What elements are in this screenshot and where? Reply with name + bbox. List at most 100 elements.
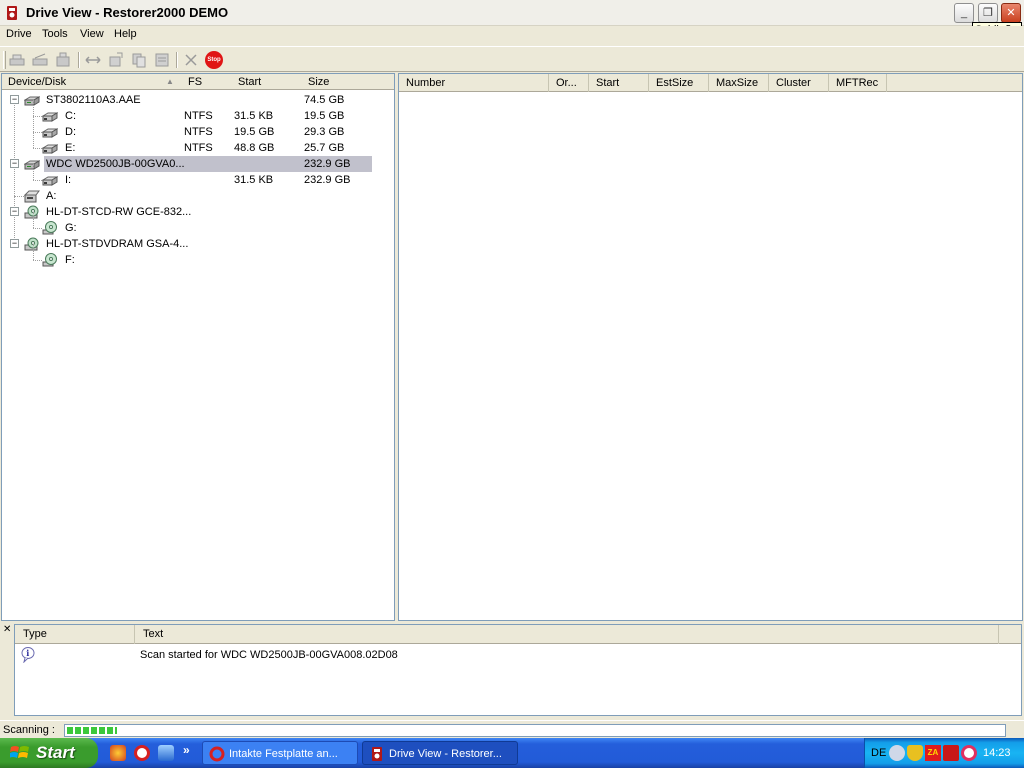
tree-item-name: HL-DT-STCD-RW GCE-832... (46, 206, 192, 218)
scan-progress-fill (67, 727, 117, 734)
tree-connector-line (33, 116, 42, 117)
tree-connector-line (33, 100, 34, 116)
recovery-list-pane[interactable]: Number Or... Start EstSize MaxSize Clust… (398, 73, 1023, 621)
tree-partition-row[interactable]: I: 31.5 KB 232.9 GB (2, 164, 394, 188)
system-tray: DE ZA 14:23 (864, 738, 1024, 768)
menu-tools[interactable]: Tools (42, 28, 68, 40)
close-log-icon[interactable]: ✕ (3, 624, 11, 635)
column-cluster[interactable]: Cluster (769, 74, 829, 92)
opera-quicklaunch-icon[interactable] (134, 745, 150, 761)
stop-button[interactable]: Stop (205, 51, 223, 69)
tree-connector-line (33, 228, 42, 229)
tree-device-row[interactable]: A: (2, 188, 394, 204)
scan-progress-bar (64, 724, 1006, 737)
info-icon: i (21, 647, 35, 664)
tree-device-row[interactable]: − ST3802110A3.AAE 74.5 GB (2, 92, 394, 108)
column-size[interactable]: Size (308, 76, 329, 88)
drive-info-icon[interactable] (54, 51, 72, 69)
task-label: Drive View - Restorer... (389, 748, 502, 760)
column-type[interactable]: Type (15, 625, 135, 644)
language-indicator[interactable]: DE (871, 747, 886, 759)
tree-item-name: I: (65, 174, 72, 186)
column-text[interactable]: Text (135, 625, 999, 644)
tree-item-name: E: (65, 142, 76, 154)
open-drive-icon[interactable] (8, 51, 26, 69)
tree-partition-row[interactable]: C: NTFS 31.5 KB 19.5 GB (2, 100, 394, 124)
log-row[interactable]: i Scan started for WDC WD2500JB-00GVA008… (15, 647, 1021, 665)
quicklaunch-more-icon[interactable]: » (183, 743, 190, 757)
log-list[interactable]: Type Text i Scan started for WDC WD2500J… (14, 624, 1022, 716)
partition-icon (41, 108, 59, 124)
minimize-button[interactable]: _ (954, 3, 974, 23)
tree-item-name: WDC WD2500JB-00GVA0... (46, 158, 185, 170)
browser-quicklaunch-icon[interactable] (110, 745, 126, 761)
menu-help[interactable]: Help (114, 28, 137, 40)
column-number[interactable]: Number (399, 74, 549, 92)
clock[interactable]: 14:23 (983, 747, 1011, 759)
tree-device-row[interactable]: − HL-DT-STCD-RW GCE-832... (2, 204, 394, 220)
device-tree-pane[interactable]: Device/Disk ▲ FS Start Size − ST3802110A3… (1, 73, 395, 621)
properties-icon[interactable] (153, 51, 171, 69)
partition-icon (41, 140, 59, 156)
scan-drive-icon[interactable] (31, 51, 49, 69)
tree-item-size: 19.5 GB (304, 110, 345, 122)
window-title: Drive View - Restorer2000 DEMO (26, 5, 229, 20)
menu-drive[interactable]: Drive (6, 28, 32, 40)
tree-device-row[interactable]: − HL-DT-STDVDRAM GSA-4... (2, 236, 394, 252)
zonealarm-icon[interactable]: ZA (925, 745, 941, 761)
resize-icon[interactable] (84, 51, 102, 69)
close-button[interactable]: ✕ (1001, 3, 1021, 23)
tree-device-row[interactable]: − WDC WD2500JB-00GVA0... 232.9 GB (2, 156, 394, 172)
tree-item-start: 19.5 GB (234, 126, 275, 138)
tree-connector-line (33, 244, 34, 260)
toolbar-grip[interactable] (3, 51, 6, 69)
tray-arrow-icon[interactable] (889, 745, 905, 761)
tree-connector-line (33, 260, 42, 261)
tree-item-size: 232.9 GB (304, 158, 351, 170)
tree-connector-line (14, 196, 24, 197)
tree-item-start: 48.8 GB (234, 142, 275, 154)
column-start[interactable]: Start (589, 74, 649, 92)
tree-partition-row[interactable]: G: (2, 212, 394, 236)
restorer-app-icon[interactable] (4, 5, 20, 21)
acrobat-icon[interactable] (943, 745, 959, 761)
tree-connector-line (33, 148, 42, 149)
copy-icon[interactable] (130, 51, 148, 69)
collapse-icon[interactable]: − (10, 207, 19, 216)
tree-connector-line (33, 212, 34, 228)
column-maxsize[interactable]: MaxSize (709, 74, 769, 92)
tree-item-name: ST3802110A3.AAE (46, 94, 141, 106)
export-icon[interactable] (107, 51, 125, 69)
menu-view[interactable]: View (80, 28, 104, 40)
column-fs[interactable]: FS (188, 76, 202, 88)
device-tree-header: Device/Disk ▲ FS Start Size (2, 74, 394, 90)
delete-icon[interactable] (182, 51, 200, 69)
app-quicklaunch-icon[interactable] (158, 745, 174, 761)
cd-icon (42, 252, 58, 268)
column-mftrec[interactable]: MFTRec (829, 74, 887, 92)
tree-item-fs: NTFS (184, 110, 213, 122)
tree-partition-row[interactable]: E: NTFS 48.8 GB 25.7 GB (2, 132, 394, 156)
task-button-festplatte[interactable]: Intakte Festplatte an... (202, 741, 358, 765)
partition-icon (41, 124, 59, 140)
tree-item-size: 29.3 GB (304, 126, 345, 138)
tree-partition-row[interactable]: D: NTFS 19.5 GB 29.3 GB (2, 116, 394, 140)
collapse-icon[interactable]: − (10, 239, 19, 248)
tree-item-start: 31.5 KB (234, 174, 274, 186)
column-start[interactable]: Start (238, 76, 261, 88)
collapse-icon[interactable]: − (10, 95, 19, 104)
column-device-disk[interactable]: Device/Disk (8, 76, 66, 88)
tree-item-size: 25.7 GB (304, 142, 345, 154)
tree-partition-row[interactable]: F: (2, 244, 394, 268)
opera-icon (209, 746, 225, 762)
column-origin[interactable]: Or... (549, 74, 589, 92)
network-icon[interactable] (961, 745, 977, 761)
security-shield-icon[interactable] (907, 745, 923, 761)
sort-arrow-icon: ▲ (166, 77, 174, 86)
title-bar: Drive View - Restorer2000 DEMO _ ❐ ✕ Sch… (0, 0, 1024, 38)
collapse-icon[interactable]: − (10, 159, 19, 168)
restore-button[interactable]: ❐ (978, 3, 998, 23)
task-button-drive-view[interactable]: Drive View - Restorer... (362, 741, 518, 765)
start-button[interactable]: Start (0, 738, 98, 768)
column-estsize[interactable]: EstSize (649, 74, 709, 92)
